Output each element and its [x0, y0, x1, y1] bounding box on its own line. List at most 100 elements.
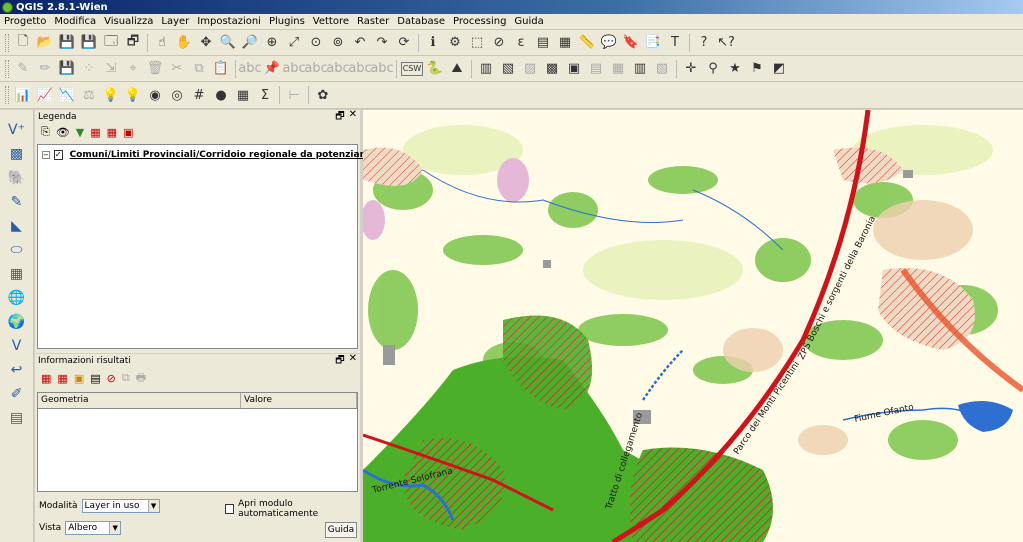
save-edits-icon[interactable]: 💾: [57, 59, 77, 79]
add-raster-icon[interactable]: ▧: [498, 59, 518, 79]
geoserver-a-icon[interactable]: ◉: [145, 85, 165, 105]
float-panel-icon[interactable]: 🗗: [335, 109, 344, 126]
cut-features-icon[interactable]: ✂: [167, 59, 187, 79]
menu-layer[interactable]: Layer: [157, 16, 193, 27]
measure-icon[interactable]: 📏: [577, 33, 597, 53]
whats-this-icon[interactable]: ↖?: [716, 33, 736, 53]
add-wcs-icon[interactable]: ▥: [630, 59, 650, 79]
menu-modifica[interactable]: Modifica: [50, 16, 100, 27]
column-header-value[interactable]: Valore: [241, 393, 357, 408]
add-wfs-layer-icon[interactable]: V: [5, 335, 29, 357]
centroid-icon[interactable]: ●: [211, 85, 231, 105]
new-project-icon[interactable]: 🗋: [13, 33, 33, 53]
menu-database[interactable]: Database: [393, 16, 449, 27]
layer-visibility-checkbox[interactable]: ✓: [53, 150, 63, 160]
add-raster-layer-icon[interactable]: ▩: [5, 143, 29, 165]
zoom-selection-icon[interactable]: ⊙: [306, 33, 326, 53]
new-bookmark-icon[interactable]: 🔖: [621, 33, 641, 53]
current-edits-icon[interactable]: ✎: [13, 59, 33, 79]
move-feature-icon[interactable]: ⇲: [101, 59, 121, 79]
zoom-full-icon[interactable]: ⤢: [284, 33, 304, 53]
change-label-icon[interactable]: abc: [348, 59, 371, 79]
add-spatialite-layer-icon[interactable]: ✎: [5, 191, 29, 213]
add-feature-icon[interactable]: ⁘: [79, 59, 99, 79]
add-wcs-layer-icon[interactable]: 🌍: [5, 311, 29, 333]
node-tool-icon[interactable]: ⌖: [123, 59, 143, 79]
view-select[interactable]: Albero ▼: [65, 521, 122, 535]
composer-manager-icon[interactable]: 🗗: [123, 33, 143, 53]
add-virtual-layer-icon[interactable]: ▦: [5, 263, 29, 285]
menu-processing[interactable]: Processing: [449, 16, 510, 27]
lightbulb-b-icon[interactable]: 💡: [123, 85, 143, 105]
clear-results-icon[interactable]: ▤: [90, 372, 100, 385]
plugin-c-icon[interactable]: ◩: [769, 59, 789, 79]
menu-visualizza[interactable]: Visualizza: [100, 16, 157, 27]
map-tips-icon[interactable]: 💬: [599, 33, 619, 53]
action-icon[interactable]: ⚙: [445, 33, 465, 53]
copy-icon[interactable]: ⧉: [122, 371, 130, 385]
expand-new-icon[interactable]: ▣: [74, 372, 84, 385]
zoom-native-icon[interactable]: ⊕: [262, 33, 282, 53]
menu-plugins[interactable]: Plugins: [265, 16, 309, 27]
new-shapefile-icon[interactable]: ✐: [5, 383, 29, 405]
menu-progetto[interactable]: Progetto: [0, 16, 50, 27]
toolbar-grip[interactable]: [5, 33, 9, 52]
mode-select[interactable]: Layer in uso ▼: [81, 499, 160, 513]
new-spatialite-icon[interactable]: ▤: [5, 407, 29, 429]
menu-guida[interactable]: Guida: [510, 16, 547, 27]
close-icon[interactable]: ✕: [349, 109, 357, 126]
pin-labels-icon[interactable]: 📌: [262, 59, 282, 79]
geoserver-b-icon[interactable]: ◎: [167, 85, 187, 105]
plugin-a-icon[interactable]: ★: [725, 59, 745, 79]
help-contents-icon[interactable]: ?: [694, 33, 714, 53]
label-icon[interactable]: abc: [370, 59, 393, 79]
print-icon[interactable]: 🖶: [136, 369, 146, 388]
legend-remove-icon[interactable]: ▣: [123, 126, 133, 139]
pan-to-selection-icon[interactable]: ✥: [196, 33, 216, 53]
menu-vettore[interactable]: Vettore: [309, 16, 353, 27]
pan-icon[interactable]: ✋: [174, 33, 194, 53]
add-postgis-layer-icon[interactable]: 🐘: [5, 167, 29, 189]
grid-icon[interactable]: #: [189, 85, 209, 105]
save-as-icon[interactable]: 💾: [79, 33, 99, 53]
highlight-icon[interactable]: ⊘: [107, 372, 116, 385]
menu-raster[interactable]: Raster: [353, 16, 393, 27]
map-canvas[interactable]: ZPS Boschi e sorgenti della Baronia Parc…: [363, 110, 1023, 542]
add-vector-icon[interactable]: ▥: [476, 59, 496, 79]
identify-icon[interactable]: ℹ: [423, 33, 443, 53]
layer-tree-row[interactable]: − ✓ Comuni/Limiti Provinciali/Corridoio …: [38, 145, 373, 161]
deselect-icon[interactable]: ⊘: [489, 33, 509, 53]
copy-features-icon[interactable]: ⧉: [189, 59, 209, 79]
text-annotation-icon[interactable]: T: [665, 33, 685, 53]
add-wfs-icon[interactable]: ▧: [652, 59, 672, 79]
legend-expand-icon[interactable]: ▦: [90, 126, 100, 139]
save-project-icon[interactable]: 💾: [57, 33, 77, 53]
add-wms-layer-icon[interactable]: 🌐: [5, 287, 29, 309]
zoom-next-icon[interactable]: ↷: [372, 33, 392, 53]
histogram-icon[interactable]: 📊: [13, 85, 33, 105]
layer-label[interactable]: Comuni/Limiti Provinciali/Corridoio regi…: [70, 150, 373, 160]
auto-open-checkbox[interactable]: [225, 504, 235, 514]
zoom-out-icon[interactable]: 🔎: [240, 33, 260, 53]
add-vector-layer-icon[interactable]: V⁺: [5, 119, 29, 141]
add-spatialite-icon[interactable]: ▨: [520, 59, 540, 79]
float-panel-icon[interactable]: 🗗: [335, 353, 344, 370]
add-postgis-icon[interactable]: ▩: [542, 59, 562, 79]
zoom-layer-icon[interactable]: ⊚: [328, 33, 348, 53]
collapse-tree-icon[interactable]: ▦: [57, 372, 67, 385]
paste-features-icon[interactable]: 📋: [211, 59, 231, 79]
toolbar-grip[interactable]: [5, 59, 9, 78]
python-console-icon[interactable]: 🐍: [425, 59, 445, 79]
zoom-last-icon[interactable]: ↶: [350, 33, 370, 53]
menu-impostazioni[interactable]: Impostazioni: [193, 16, 265, 27]
toggle-editing-icon[interactable]: ✏: [35, 59, 55, 79]
add-oracle-icon[interactable]: ▤: [586, 59, 606, 79]
georeferencer-icon[interactable]: ✛: [681, 59, 701, 79]
gps-tools-icon[interactable]: ⚲: [703, 59, 723, 79]
chart-disabled-icon[interactable]: 📉: [57, 85, 77, 105]
field-calculator-icon[interactable]: ▦: [555, 33, 575, 53]
toolbar-grip[interactable]: [5, 86, 9, 104]
column-header-geometry[interactable]: Geometria: [38, 393, 241, 408]
delete-selected-icon[interactable]: 🗑: [145, 59, 165, 79]
add-mssql-layer-icon[interactable]: ◣: [5, 215, 29, 237]
